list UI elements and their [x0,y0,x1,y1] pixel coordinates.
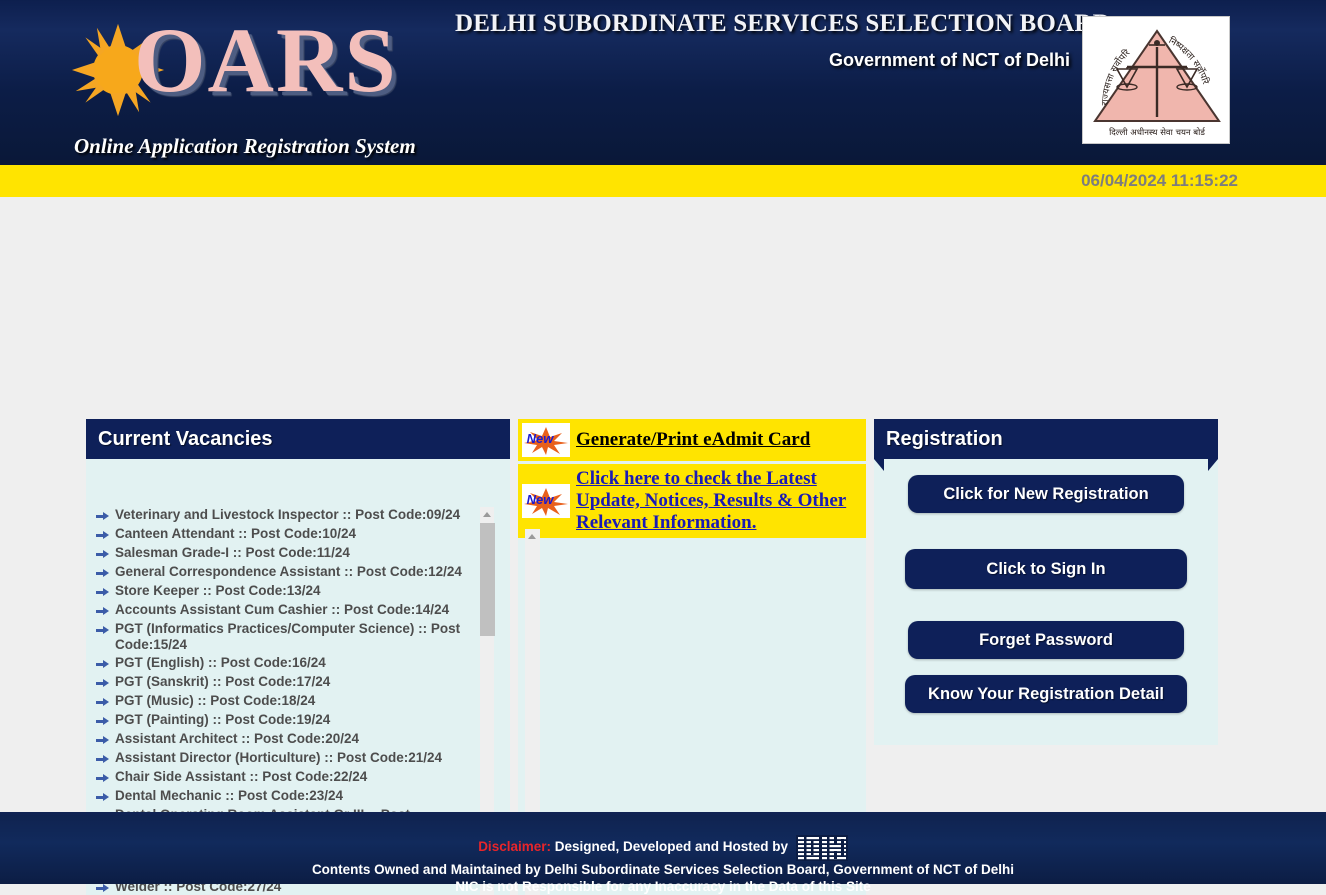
current-vacancies-header: Current Vacancies [86,419,510,471]
vacancy-list-item[interactable]: Store Keeper :: Post Code:13/24 [96,583,474,602]
vacancy-list-item[interactable]: Accounts Assistant Cum Cashier :: Post C… [96,602,474,621]
announcement-link-latest-update[interactable]: Click here to check the Latest Update, N… [576,468,862,534]
current-vacancies-title: Current Vacancies [98,427,273,450]
know-registration-detail-button[interactable]: Know Your Registration Detail [905,675,1187,713]
arrow-bullet-icon [96,752,112,768]
vacancy-label: Store Keeper :: Post Code:13/24 [115,583,321,598]
vacancy-list-item[interactable]: Salesman Grade-I :: Post Code:11/24 [96,545,474,564]
arrow-bullet-icon [96,623,112,639]
vacancy-label: Dental Mechanic :: Post Code:23/24 [115,787,344,803]
vacancy-label: Canteen Attendant :: Post Code:10/24 [115,526,357,541]
sign-in-button[interactable]: Click to Sign In [905,549,1187,589]
vacancy-list-item[interactable]: Assistant Architect :: Post Code:20/24 [96,731,474,750]
arrow-bullet-icon [96,585,112,601]
vacancy-list-item[interactable]: Assistant Director (Horticulture) :: Pos… [96,750,474,769]
arrow-bullet-icon [96,657,112,673]
vacancy-label: PGT (Music) :: Post Code:18/24 [115,692,316,708]
site-header: OARS Online Application Registration Sys… [0,0,1326,165]
board-title: DELHI SUBORDINATE SERVICES SELECTION BOA… [455,10,1111,37]
vacancy-label: Accounts Assistant Cum Cashier :: Post C… [115,602,450,617]
vacancy-label: Salesman Grade-I :: Post Code:11/24 [115,545,350,560]
arrow-bullet-icon [96,695,112,711]
forget-password-button[interactable]: Forget Password [908,621,1184,659]
vacancy-label: PGT (Painting) :: Post Code:19/24 [115,711,331,727]
oars-tagline: Online Application Registration System [74,134,416,158]
vacancy-label: Veterinary and Livestock Inspector :: Po… [115,507,461,522]
footer-hosted-by: Designed, Developed and Hosted by [554,839,789,854]
main-content: Current Vacancies Veterinary and Livesto… [0,197,1326,895]
vacancy-list-item[interactable]: Veterinary and Livestock Inspector :: Po… [96,507,474,526]
footer-line-2: Contents Owned and Maintained by Delhi S… [311,862,1015,877]
registration-panel: Registration Click for New Registration … [874,419,1218,745]
vacancy-list-item[interactable]: Chair Side Assistant :: Post Code:22/24 [96,769,474,788]
vacancy-label: Chair Side Assistant :: Post Code:22/24 [115,768,368,784]
arrow-bullet-icon [96,676,112,692]
vacancy-list-item[interactable]: PGT (Informatics Practices/Computer Scie… [96,621,474,655]
vacancy-label: Assistant Architect :: Post Code:20/24 [115,730,360,746]
vacancy-list-item[interactable]: PGT (English) :: Post Code:16/24 [96,655,474,674]
disclaimer-label: Disclaimer: [478,839,551,854]
scroll-up-arrow-icon[interactable] [525,529,540,544]
arrow-bullet-icon [96,547,112,563]
vacancy-list-item[interactable]: PGT (Painting) :: Post Code:19/24 [96,712,474,731]
arrow-bullet-icon [96,528,112,544]
vacancy-label: PGT (Sanskrit) :: Post Code:17/24 [115,673,331,689]
announcement-row-eadmit[interactable]: New Generate/Print eAdmit Card [518,419,866,461]
vacancy-label: PGT (Informatics Practices/Computer Scie… [115,621,461,653]
svg-text:New: New [527,431,555,446]
arrow-bullet-icon [96,790,112,806]
vacancy-label: Assistant Director (Horticulture) :: Pos… [115,749,443,765]
vacancy-label: General Correspondence Assistant :: Post… [115,564,462,579]
new-registration-button[interactable]: Click for New Registration [908,475,1184,513]
vacancy-list-item[interactable]: Dental Mechanic :: Post Code:23/24 [96,788,474,807]
new-badge-icon: New [522,423,570,457]
svg-text:दिल्ली अधीनस्थ सेवा चयन बोर्ड: दिल्ली अधीनस्थ सेवा चयन बोर्ड [1109,127,1206,138]
oars-logo-block: OARS Online Application Registration Sys… [62,8,452,158]
vacancy-list-item[interactable]: Canteen Attendant :: Post Code:10/24 [96,526,474,545]
site-footer: Disclaimer: Designed, Developed and Host… [0,812,1326,894]
dsssb-emblem: राज्यसत्ता सर्वोपरि निष्पक्षता सर्वोपरि … [1082,16,1230,144]
nic-logo [795,835,848,861]
footer-line-1: Disclaimer: Designed, Developed and Host… [0,835,1326,861]
vacancy-list-item[interactable]: PGT (Sanskrit) :: Post Code:17/24 [96,674,474,693]
arrow-bullet-icon [96,771,112,787]
announcement-link-eadmit[interactable]: Generate/Print eAdmit Card [576,429,810,451]
registration-title: Registration [886,427,1003,450]
footer-line-3: NIC is not Responsible for any Inaccurac… [455,879,871,894]
emblem-graphic: राज्यसत्ता सर्वोपरि निष्पक्षता सर्वोपरि … [1083,17,1229,143]
vacancy-list-item[interactable]: PGT (Music) :: Post Code:18/24 [96,693,474,712]
registration-body: Click for New Registration Click to Sign… [874,459,1218,745]
arrow-bullet-icon [96,509,112,525]
datetime-bar: 06/04/2024 11:15:22 [0,165,1326,197]
arrow-bullet-icon [96,604,112,620]
vacancy-list-item[interactable]: General Correspondence Assistant :: Post… [96,564,474,583]
government-line: Government of NCT of Delhi [828,50,1070,70]
arrow-bullet-icon [96,714,112,730]
vacancy-label: PGT (English) :: Post Code:16/24 [115,654,326,670]
registration-header: Registration [874,419,1218,471]
announcement-row-latest-update[interactable]: New Click here to check the Latest Updat… [518,464,866,538]
datetime-text: 06/04/2024 11:15:22 [1081,171,1238,190]
scroll-up-arrow-icon[interactable] [480,507,495,522]
oars-wordmark: OARS [134,9,398,111]
arrow-bullet-icon [96,733,112,749]
vertical-scrollbar-thumb[interactable] [480,523,495,636]
arrow-bullet-icon [96,566,112,582]
new-badge-icon: New [522,484,570,518]
svg-text:New: New [527,492,555,507]
